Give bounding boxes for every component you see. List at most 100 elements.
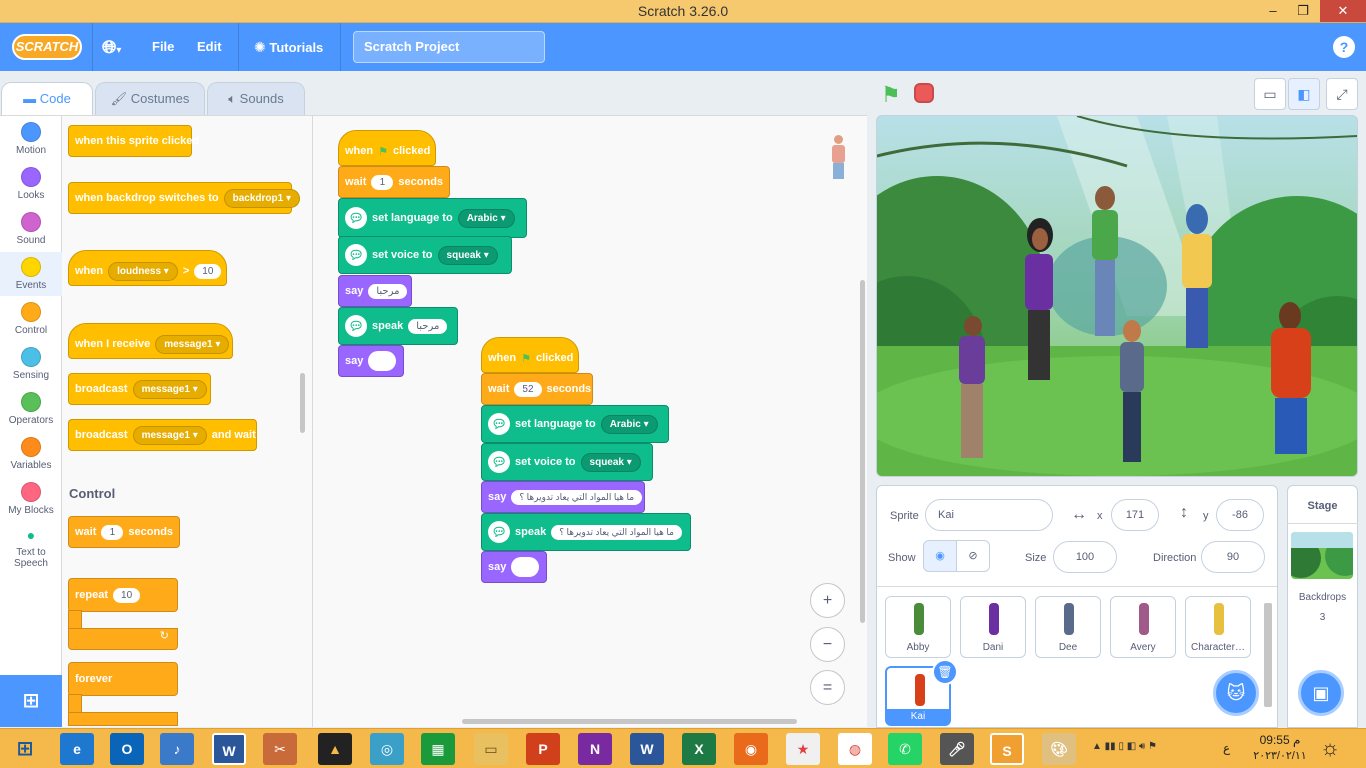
category-text-to-speech[interactable]: ● Text to Speech [0, 527, 62, 569]
category-operators[interactable]: Operators [0, 392, 62, 426]
block-say-1[interactable]: say مرحبا [338, 275, 412, 307]
zoom-reset-button[interactable]: = [810, 670, 845, 705]
normal-stage-button[interactable]: ◧ [1288, 78, 1320, 110]
code-vertical-scrollbar[interactable] [860, 280, 865, 623]
word-icon-2[interactable]: W [630, 733, 664, 765]
tools-icon[interactable]: ✂ [263, 733, 297, 765]
triangle-app-icon[interactable]: ▲ [318, 733, 352, 765]
broadcast-dropdown[interactable]: message1 ▾ [132, 379, 207, 399]
project-title-input[interactable]: Scratch Project [353, 31, 545, 63]
bookmark-app-icon[interactable]: ★ [786, 733, 820, 765]
block-set-language-1[interactable]: 💬︎ set language to Arabic ▾ [338, 198, 527, 238]
block-speak-1[interactable]: 💬︎ speak مرحبا [338, 307, 458, 345]
category-looks[interactable]: Looks [0, 167, 62, 201]
show-hidden-button[interactable]: ⊘ [956, 540, 990, 572]
stop-button[interactable] [914, 83, 934, 103]
zoom-out-button[interactable]: − [810, 627, 845, 662]
tab-sounds[interactable]: 🔈︎ Sounds [207, 82, 305, 116]
block-wait-1[interactable]: wait 1 seconds [338, 166, 450, 198]
outlook-icon[interactable]: O [110, 733, 144, 765]
globe-app-icon[interactable]: ◎ [370, 733, 404, 765]
block-speak-2[interactable]: 💬︎ speak ما هيا المواد التي يعاد تدويرها ؟ [481, 513, 691, 551]
paint-icon[interactable]: 🎨︎ [1042, 733, 1076, 765]
block-set-voice-1[interactable]: 💬︎ set voice to squeak ▾ [338, 236, 512, 274]
voice-1-dropdown[interactable]: squeak ▾ [437, 245, 498, 265]
say-4-value[interactable] [511, 557, 540, 577]
block-broadcast[interactable]: broadcast message1 ▾ [68, 373, 211, 405]
backdrop-dropdown[interactable]: backdrop1 ▾ [223, 188, 301, 208]
x-input[interactable]: 171 [1111, 499, 1159, 531]
voice-2-dropdown[interactable]: squeak ▾ [580, 452, 641, 472]
category-motion[interactable]: Motion [0, 122, 62, 156]
message-dropdown[interactable]: message1 ▾ [155, 334, 230, 354]
block-when-loudness[interactable]: when loudness ▾ >10 [68, 250, 227, 286]
file-explorer-icon[interactable]: ▭ [474, 733, 508, 765]
fullscreen-button[interactable]: ⤢ [1326, 78, 1358, 110]
sprite-name-input[interactable]: Kai [925, 499, 1053, 531]
size-input[interactable]: 100 [1053, 541, 1117, 573]
block-broadcast-and-wait[interactable]: broadcast message1 ▾ and wait [68, 419, 257, 451]
tab-code[interactable]: ▬ Code [1, 82, 93, 116]
scratch-logo[interactable]: SCRATCH [12, 34, 82, 60]
block-when-sprite-clicked[interactable]: when this sprite clicked [68, 125, 199, 157]
delete-sprite-icon[interactable]: 🗑︎ [932, 659, 958, 685]
block-set-language-2[interactable]: 💬︎ set language to Arabic ▾ [481, 405, 669, 443]
speak-1-value[interactable]: مرحبا [408, 318, 448, 334]
category-sound[interactable]: Sound [0, 212, 62, 246]
block-when-backdrop-switches[interactable]: when backdrop switches to backdrop1 ▾ [68, 182, 301, 214]
category-control[interactable]: Control [0, 302, 62, 336]
choose-sprite-button[interactable]: 🐱︎ [1213, 670, 1259, 716]
character-dee[interactable] [1115, 320, 1149, 470]
help-icon[interactable]: ? [1333, 36, 1355, 58]
language-2-dropdown[interactable]: Arabic ▾ [600, 414, 658, 434]
palette-scrollbar[interactable] [300, 373, 305, 433]
onenote-icon[interactable]: N [578, 733, 612, 765]
say-1-value[interactable]: مرحبا [368, 283, 408, 299]
block-wait-2[interactable]: wait 52 seconds [481, 373, 593, 405]
y-input[interactable]: -86 [1216, 499, 1264, 531]
zoom-in-button[interactable]: + [810, 583, 845, 618]
language-1-dropdown[interactable]: Arabic ▾ [457, 208, 515, 228]
sprite-thumb-character[interactable]: Character… [1185, 596, 1251, 658]
category-events[interactable]: Events [0, 252, 62, 296]
microphone-icon[interactable]: 🎤︎ [940, 733, 974, 765]
wait-value[interactable]: 1 [101, 524, 124, 540]
block-when-flag-clicked-2[interactable]: when ⚑ clicked [481, 337, 579, 373]
add-extension-button[interactable]: ⊞ [0, 675, 62, 727]
globe-icon[interactable]: 🌐︎▾ [102, 23, 121, 71]
green-flag-button[interactable]: ⚑ [881, 82, 901, 108]
stage[interactable] [876, 115, 1358, 477]
minimize-button[interactable]: – [1258, 0, 1288, 22]
tutorials-button[interactable]: ✺ Tutorials [254, 23, 323, 71]
say-2-value[interactable] [368, 351, 397, 371]
chrome-icon[interactable]: ◍ [838, 733, 872, 765]
block-repeat[interactable]: repeat 10 [68, 578, 178, 612]
powerpoint-icon[interactable]: P [526, 733, 560, 765]
excel-icon[interactable]: X [682, 733, 716, 765]
windows-start-icon[interactable]: ⊞ [8, 733, 42, 765]
show-visible-button[interactable]: ◉ [923, 540, 957, 572]
character-character[interactable] [1177, 204, 1217, 354]
loudness-dropdown[interactable]: loudness ▾ [108, 261, 178, 281]
category-my-blocks[interactable]: My Blocks [0, 482, 62, 516]
system-tray-icons[interactable]: ▲ ▮▮ ▯ ◧ 🔊︎ ⚑ [1092, 741, 1157, 752]
character-dani[interactable] [1019, 218, 1059, 388]
clock-date[interactable]: ٢٠٢٣/٠٢/١١ [1250, 749, 1310, 762]
wait-2-value[interactable]: 52 [514, 381, 542, 397]
tab-costumes[interactable]: 🖌︎ Costumes [95, 82, 205, 116]
block-when-i-receive[interactable]: when I receive message1 ▾ [68, 323, 233, 359]
character-kai[interactable] [1265, 302, 1317, 462]
file-menu[interactable]: File [152, 23, 174, 71]
loudness-value[interactable]: 10 [194, 263, 222, 279]
wait-1-value[interactable]: 1 [371, 174, 394, 190]
block-when-flag-clicked-1[interactable]: when ⚑ clicked [338, 130, 436, 166]
block-say-2[interactable]: say [338, 345, 404, 377]
code-horizontal-scrollbar[interactable] [462, 719, 797, 724]
direction-input[interactable]: 90 [1201, 541, 1265, 573]
close-button[interactable]: ✕ [1320, 0, 1366, 22]
block-forever[interactable]: forever [68, 662, 178, 696]
sprite-thumb-dee[interactable]: Dee [1035, 596, 1101, 658]
maximize-button[interactable]: ❐ [1288, 0, 1318, 22]
brightness-icon[interactable]: ☼ [1320, 735, 1340, 761]
character-avery[interactable] [955, 316, 989, 466]
